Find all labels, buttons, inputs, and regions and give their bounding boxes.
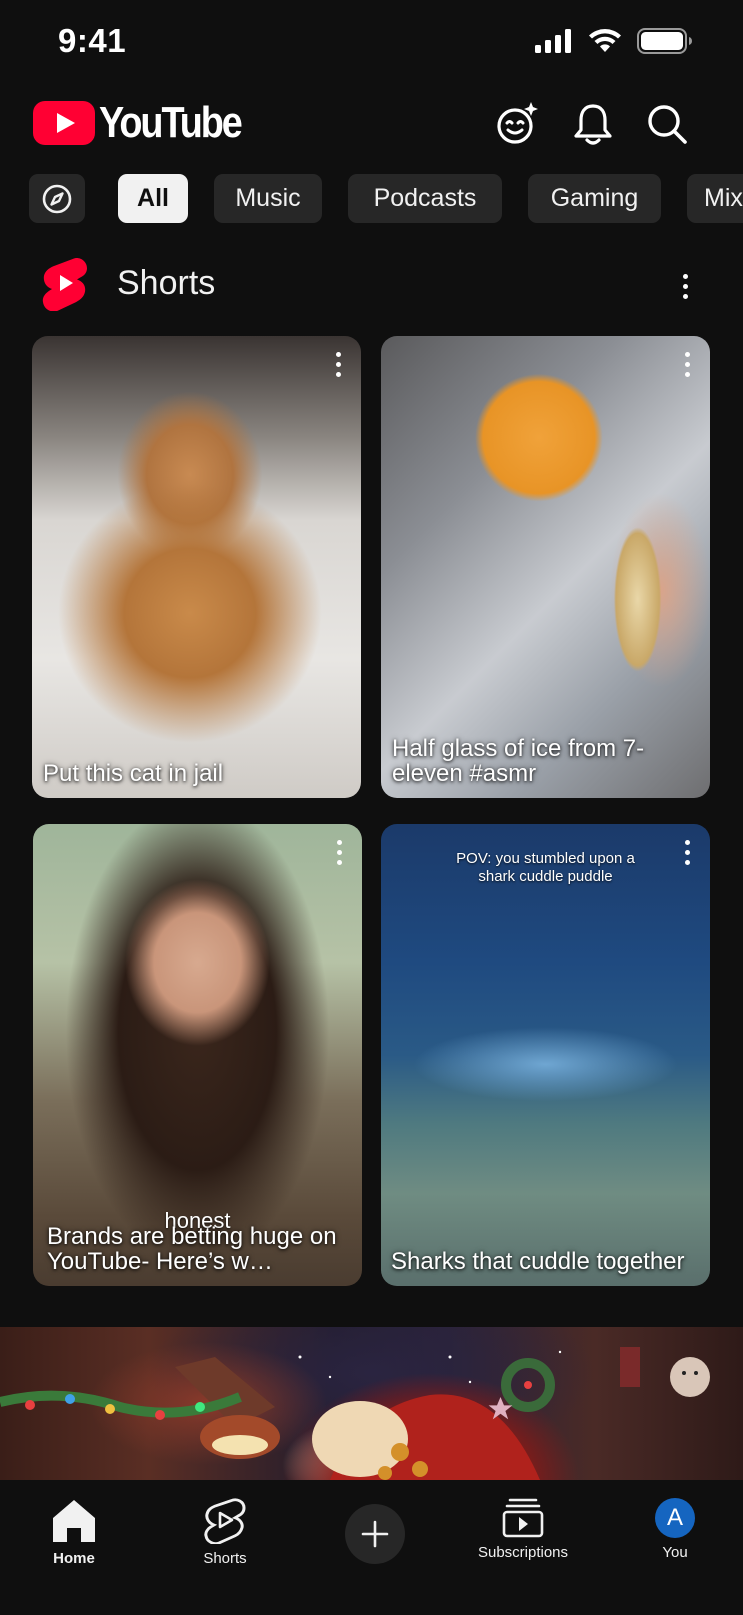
short-card[interactable]: Half glass of ice from 7-eleven #asmr [381,336,710,798]
shorts-section-header: Shorts [0,252,743,316]
home-icon [53,1500,95,1542]
youtube-logo[interactable]: YouTube [33,98,264,148]
nav-home[interactable]: Home [14,1498,134,1567]
bell-icon [574,104,612,145]
plus-icon [361,1520,389,1548]
short-title: Half glass of ice from 7-eleven #asmr [392,735,645,787]
create-ai-button[interactable] [485,92,549,156]
notifications-button[interactable] [561,92,625,156]
more-dot-icon [682,293,688,299]
battery-icon [637,28,692,54]
create-button[interactable] [345,1504,405,1564]
short-card[interactable]: POV: you stumbled upon a shark cuddle pu… [381,824,710,1286]
compass-icon [42,184,72,213]
nav-you-label: You [662,1544,688,1561]
category-chips: All Music Podcasts Gaming Mix [0,174,743,224]
more-dot-icon [682,273,688,279]
holiday-banner[interactable] [0,1327,743,1480]
avatar: A [655,1498,695,1538]
shorts-icon [204,1498,246,1544]
nav-shorts[interactable]: Shorts [165,1498,285,1567]
status-bar: 9:41 [0,0,743,84]
short-overlay-caption: POV: you stumbled upon a shark cuddle pu… [456,850,635,885]
short-card[interactable]: honest Brands are betting huge on YouTub… [33,824,362,1286]
search-button[interactable] [635,92,699,156]
signal-icon [535,29,571,53]
app-header: YouTube [0,84,743,164]
short-more-button[interactable] [324,832,354,872]
bottom-navigation: Home Shorts Subscriptions A You [0,1480,743,1615]
chip-gaming[interactable]: Gaming [528,174,661,223]
search-icon [648,105,687,144]
shorts-logo-icon [42,258,87,311]
nav-subscriptions[interactable]: Subscriptions [463,1498,583,1561]
chip-podcasts[interactable]: Podcasts [348,174,502,223]
nav-subscriptions-label: Subscriptions [477,1544,569,1561]
subscriptions-icon [502,1498,544,1538]
nav-shorts-label: Shorts [203,1550,247,1567]
status-icons [535,28,693,54]
nav-you[interactable]: A You [615,1498,735,1561]
short-title: Put this cat in jail [43,760,224,787]
status-time: 9:41 [58,22,127,59]
chip-all[interactable]: All [118,174,188,223]
chip-mix[interactable]: Mix [687,174,743,223]
shorts-more-button[interactable] [670,266,700,306]
short-more-button[interactable] [672,344,702,384]
wifi-icon [589,29,621,52]
nav-home-label: Home [53,1550,95,1567]
shorts-title: Shorts [117,264,216,302]
youtube-logo-text: YouTube [99,98,243,147]
short-title: Sharks that cuddle together [391,1248,685,1275]
chip-music[interactable]: Music [214,174,322,223]
short-title: Brands are betting huge on YouTube- Here… [47,1223,337,1275]
banner-illustration [0,1347,710,1480]
explore-chip[interactable] [29,174,85,223]
short-more-button[interactable] [323,344,353,384]
sparkle-face-icon [497,102,538,144]
short-card[interactable]: Put this cat in jail [32,336,361,798]
youtube-logo-icon [33,101,95,145]
more-dot-icon [682,283,688,289]
